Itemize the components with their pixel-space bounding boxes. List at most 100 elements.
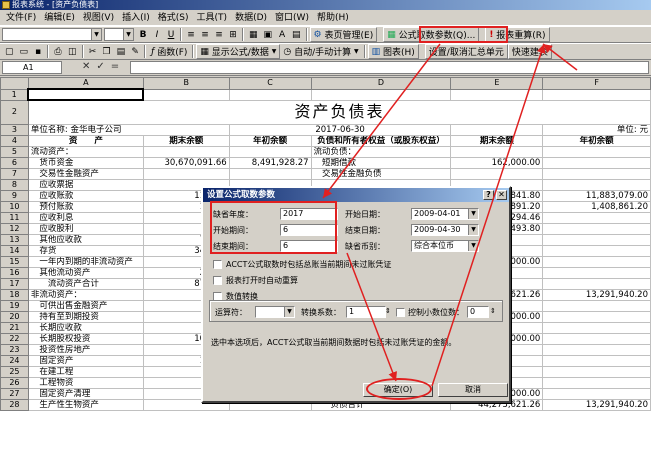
cell[interactable]: 生产性生物资产 [27,398,144,411]
cell[interactable]: 交易性金融负债 [310,167,452,180]
cell[interactable]: 162,000.00 [450,156,544,169]
cell[interactable] [542,211,651,224]
row-header[interactable]: 5 [0,145,29,158]
paste-icon[interactable]: ▤ [114,44,129,59]
row-header[interactable]: 24 [0,354,29,367]
row-header[interactable]: 9 [0,189,29,202]
spin-icon[interactable]: ⇕ [385,306,391,316]
row-header[interactable]: 16 [0,266,29,279]
cell[interactable] [228,145,312,158]
open-folder-icon[interactable]: ▭ [17,44,32,59]
cell[interactable] [542,321,651,334]
cell[interactable] [542,233,651,246]
menu-format[interactable]: 格式(S) [154,10,193,26]
row-header[interactable]: 10 [0,200,29,213]
cell[interactable]: 货币资金 [27,156,144,169]
font-name-combo[interactable]: ▼ [2,28,102,41]
decimal-control-checkbox[interactable] [396,308,405,317]
help-icon[interactable]: ? [483,190,494,200]
auto-recalc-checkbox[interactable] [213,276,222,285]
cell[interactable]: 长期股权投资 [27,332,144,345]
row-header[interactable]: 22 [0,332,29,345]
decimal-input[interactable]: 0 [467,306,489,318]
cut-icon[interactable]: ✂ [86,44,100,59]
row-header[interactable]: 7 [0,167,29,180]
cell[interactable] [542,310,651,323]
cell[interactable]: 存货 [27,244,144,257]
ok-button[interactable]: 确定(O) [363,383,433,397]
close-icon[interactable]: ✕ [496,190,507,200]
column-header[interactable]: E [450,77,544,90]
cell[interactable] [450,88,544,101]
end-date-picker[interactable]: 2009-04-30 ▼ [411,224,479,236]
cell[interactable]: 流动负债： [310,145,452,158]
year-input[interactable]: 2017 [280,208,338,220]
cell[interactable]: 预付账款 [27,200,144,213]
row-header[interactable]: 25 [0,365,29,378]
include-unposted-checkbox[interactable] [213,260,222,269]
row-header[interactable]: 23 [0,343,29,356]
cell[interactable]: 长期应收款 [27,321,144,334]
cell[interactable] [542,255,651,268]
cell[interactable]: 13,291,940.20 [542,288,651,301]
cell[interactable] [228,88,312,101]
cell[interactable] [450,167,544,180]
cell[interactable] [542,387,651,400]
formula-action-icons[interactable]: ✕✓= [82,61,125,72]
set-summary-cell-button[interactable]: 设置/取消汇总单元 [424,44,508,59]
cell[interactable] [228,167,312,180]
cell[interactable]: 8,491,928.27 [228,156,312,169]
column-header[interactable]: A [27,77,144,90]
coefficient-input[interactable]: 1 [346,306,386,318]
row-header[interactable]: 8 [0,178,29,191]
cell[interactable]: 固定资产 [27,354,144,367]
column-header[interactable]: F [542,77,651,90]
cell[interactable]: 流动资产： [27,145,144,158]
cell[interactable]: 1,408,861.20 [542,200,651,213]
menu-edit[interactable]: 编辑(E) [40,10,79,26]
end-period-input[interactable]: 6 [280,240,338,252]
cancel-button[interactable]: 取消 [438,383,508,397]
menu-insert[interactable]: 插入(I) [118,10,154,26]
select-all-corner[interactable] [0,77,29,90]
cell[interactable] [542,88,651,101]
cell[interactable]: 流动资产合计 [27,277,144,290]
italic-button[interactable]: I [150,27,164,42]
row-header[interactable]: 2 [0,99,29,125]
cell[interactable]: 非流动资产： [27,288,144,301]
currency-select[interactable]: 综合本位币 ▼ [411,240,479,252]
cell[interactable]: 其他流动资产 [27,266,144,279]
row-header[interactable]: 11 [0,211,29,224]
cell[interactable] [310,88,452,101]
cell[interactable]: 应收利息 [27,211,144,224]
row-header[interactable]: 18 [0,288,29,301]
menu-tools[interactable]: 工具(T) [193,10,232,26]
cell[interactable]: 应收账款 [27,189,144,202]
cell[interactable] [542,343,651,356]
align-center-icon[interactable]: ≡ [198,27,212,42]
row-header[interactable]: 26 [0,376,29,389]
cell-name-box[interactable]: A1 [2,61,62,74]
format-brush-icon[interactable]: ✎ [128,44,142,59]
row-header[interactable]: 19 [0,299,29,312]
cell[interactable] [542,244,651,257]
format-painter-icon[interactable]: ▤ [289,27,304,42]
cell[interactable]: 一年内到期的非流动资产 [27,255,144,268]
row-header[interactable]: 14 [0,244,29,257]
cell[interactable] [542,332,651,345]
functions-button[interactable]: ƒ 函数(F) [148,44,190,59]
cell[interactable] [542,178,651,191]
menu-view[interactable]: 视图(V) [79,10,118,26]
cell[interactable] [542,156,651,169]
row-header[interactable]: 20 [0,310,29,323]
cell[interactable] [542,376,651,389]
align-left-icon[interactable]: ≡ [184,27,198,42]
row-header[interactable]: 6 [0,156,29,169]
new-file-icon[interactable]: ▢ [2,44,17,59]
align-right-icon[interactable]: ≡ [212,27,226,42]
copy-icon[interactable]: ❐ [100,44,114,59]
column-header[interactable]: B [142,77,230,90]
active-cell[interactable] [27,88,145,101]
cell[interactable] [542,167,651,180]
column-header[interactable]: C [228,77,312,90]
